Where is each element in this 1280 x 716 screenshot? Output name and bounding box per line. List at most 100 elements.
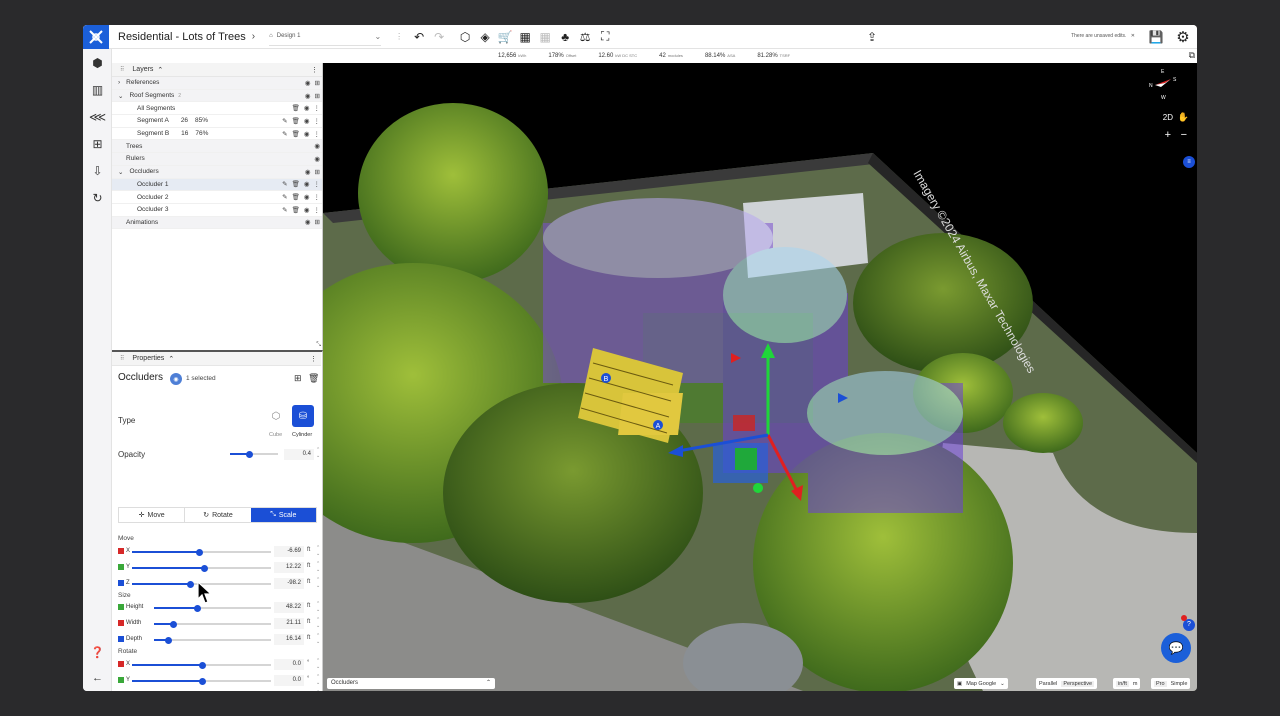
view-2d-button[interactable]: 2D [1163,113,1173,122]
layer-row[interactable]: ⌄ Occluders ◉ ⊞ [112,165,322,179]
layer-row[interactable]: ⌄ Roof Segments 2 ◉ ⊞ [112,89,322,103]
layer-row[interactable]: Rulers ◉ [112,153,322,166]
more-vert-icon[interactable]: ⋮ [314,117,321,125]
layer-row[interactable]: Segment B 16 76% ✎ 🗑 ◉ ⋮ [112,128,322,141]
layer-row[interactable]: › References ◉ ⊞ [112,77,322,90]
map-3d-view[interactable]: B A Imagery ©2024 Airbus, Maxar Technolo… [323,63,1197,691]
chevron-down-icon[interactable]: ⌄ [118,92,123,100]
visibility-icon[interactable]: ◉ [304,193,310,201]
rotate-mode-button[interactable]: ↻ Rotate [184,508,250,522]
layer-row[interactable]: Segment A 26 85% ✎ 🗑 ◉ ⋮ [112,115,322,128]
visibility-icon[interactable]: ◉ [305,92,311,100]
stepper-icon[interactable]: ⌃⌄ [316,690,320,691]
stepper-icon[interactable]: ⌃⌄ [316,633,320,645]
units-imperial-option[interactable]: in/ft [1116,680,1129,687]
tree-icon[interactable]: ♣ [555,27,575,47]
stepper-icon[interactable]: ⌃⌄ [316,617,320,629]
visibility-icon[interactable]: ◉ [304,117,310,125]
perspective-option[interactable]: Perspective [1061,680,1095,687]
stepper-icon[interactable]: ⌃⌄ [316,577,320,589]
add-icon[interactable]: ⊞ [294,373,302,384]
bottom-layer-select[interactable]: Occluders ⌃ [327,678,495,689]
rotate-x-input[interactable]: 0.0 [274,659,304,670]
back-arrow-icon[interactable]: ← [83,672,112,684]
opacity-knob[interactable] [246,450,254,458]
slider-knob[interactable] [198,677,206,685]
units-toggle[interactable]: in/ft m [1113,678,1141,689]
project-title[interactable]: Residential - Lots of Trees [118,31,246,43]
screenshot-icon[interactable]: ⛶ [595,27,615,47]
opacity-input[interactable]: 0.4 [284,449,314,460]
edit-icon[interactable]: ✎ [282,180,287,188]
layer-row[interactable]: Trees ◉ [112,140,322,154]
stepper-icon[interactable]: ⌃⌄ [316,561,320,573]
add-icon[interactable]: ⊞ [315,79,320,87]
projection-toggle[interactable]: Parallel Perspective [1036,678,1098,689]
visibility-icon[interactable]: ◉ [305,218,311,226]
close-icon[interactable]: ✕ [1131,33,1135,39]
more-vert-icon[interactable]: ⋮ [310,355,317,363]
visibility-icon[interactable]: ◉ [314,142,320,150]
rotate-x-slider[interactable] [132,661,271,669]
move-y-input[interactable]: 12.22 [274,562,304,573]
layer-row[interactable]: Animations ◉ ⊞ [112,216,322,230]
mode-simple-option[interactable]: Simple [1171,681,1188,687]
design-selector[interactable]: ⌂ Design 1 ⌄ [269,28,382,46]
slider-knob[interactable] [198,661,206,669]
share-icon[interactable]: ⋘ [83,103,112,130]
stepper-icon[interactable]: ⌃⌄ [316,601,320,613]
trash-icon[interactable]: 🗑 [292,180,300,188]
size-width-slider[interactable] [154,620,271,628]
visibility-icon[interactable]: ◉ [304,104,310,112]
cylinder-type-button[interactable]: ⛁ [292,405,314,427]
map-provider-toggle[interactable]: ▣ Map Google ⌄ [954,678,1008,689]
add-icon[interactable]: ⊞ [315,218,320,226]
add-icon[interactable]: ⊞ [315,168,320,176]
rotate-y-input[interactable]: 0.0 [274,675,304,686]
trash-icon[interactable]: 🗑 [292,130,300,138]
cube-view-icon[interactable]: ⬢ [83,49,112,76]
layer-row[interactable]: Occluder 2 ✎ 🗑 ◉ ⋮ [112,191,322,204]
trash-icon[interactable]: 🗑 [292,117,300,125]
help-icon[interactable]: ❓ [83,646,112,659]
app-logo-icon[interactable] [83,25,109,49]
visibility-icon[interactable]: ◉ [305,79,311,87]
edit-icon[interactable]: ✎ [282,193,287,201]
panel-grid-disabled-icon[interactable]: ▦ [535,27,555,47]
slider-knob[interactable] [165,636,173,644]
mode-pro-option[interactable]: Pro [1154,680,1167,687]
cart-icon[interactable]: 🛒 [495,27,515,47]
units-metric-option[interactable]: m [1133,681,1138,687]
share-upload-icon[interactable]: ⇪ [862,27,882,47]
size-height-input[interactable]: 48.22 [274,602,304,613]
chevron-right-icon[interactable]: › [118,79,120,86]
trash-icon[interactable]: 🗑 [292,193,300,201]
zoom-out-icon[interactable]: − [1181,129,1187,141]
roof-draw-icon[interactable]: ◈ [475,27,495,47]
mode-toggle[interactable]: Pro Simple [1151,678,1191,689]
size-depth-input[interactable]: 16.14 [274,634,304,645]
move-mode-button[interactable]: ✛ Move [119,508,184,522]
scale-icon[interactable]: ⚖ [575,27,595,47]
slider-knob[interactable] [194,604,202,612]
drag-handle-icon[interactable]: ⠿ [120,66,124,73]
more-vert-icon[interactable]: ⋮ [314,193,321,201]
more-vert-icon[interactable]: ⋮ [314,104,321,112]
undo-icon[interactable]: ↶ [409,27,429,47]
size-height-slider[interactable] [154,604,271,612]
more-vert-icon[interactable]: ⋮ [314,180,321,188]
move-x-slider[interactable] [132,548,271,556]
opacity-slider[interactable] [230,450,278,458]
zoom-in-icon[interactable]: + [1165,129,1171,141]
move-y-slider[interactable] [132,564,271,572]
resize-icon[interactable]: ⤡ [316,342,321,349]
stepper-icon[interactable]: ⌃⌄ [316,674,320,686]
scale-mode-button[interactable]: ⤡ Scale [250,508,316,522]
drag-handle-icon[interactable]: ⠿ [120,355,124,362]
layer-row[interactable]: All Segments 🗑 ◉ ⋮ [112,102,322,116]
compass[interactable]: E N S W [1149,69,1179,105]
cube-icon[interactable]: ⬡ [455,27,475,47]
rotate-y-slider[interactable] [132,677,271,685]
edit-icon[interactable]: ✎ [282,130,287,138]
visibility-icon[interactable]: ◉ [304,206,310,214]
